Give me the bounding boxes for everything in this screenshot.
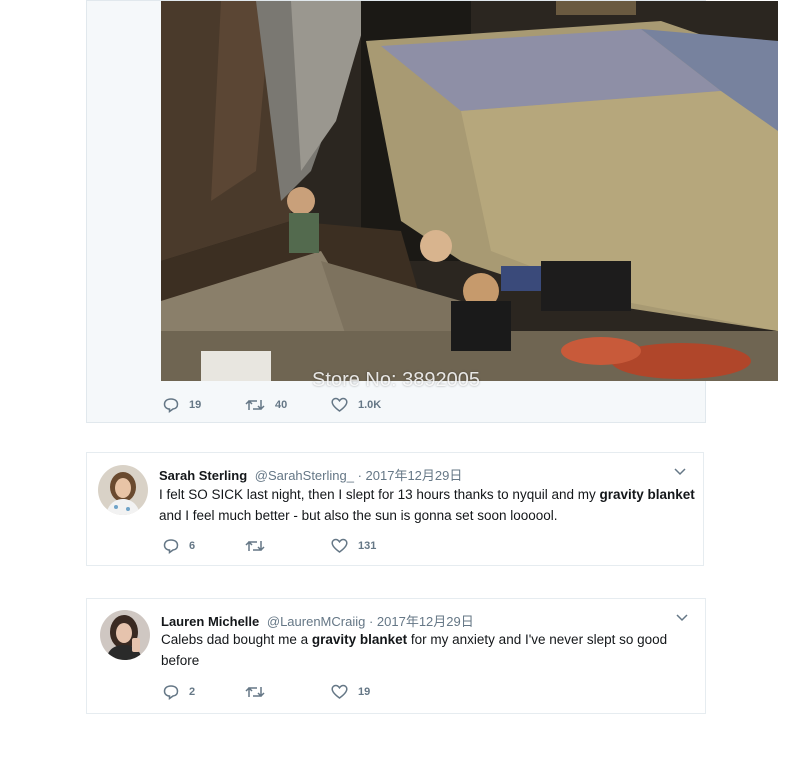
retweet-icon (245, 686, 265, 698)
reply-icon (163, 685, 179, 700)
tweet-header: Sarah Sterling @SarahSterling_ · 2017年12… (159, 465, 462, 484)
tweet-photo[interactable] (161, 1, 778, 381)
retweet-button[interactable] (245, 538, 275, 554)
tweet-card[interactable]: Lauren Michelle @LaurenMCraiig · 2017年12… (86, 598, 706, 714)
retweet-icon (245, 399, 265, 411)
tweet-card[interactable]: Sarah Sterling @SarahSterling_ · 2017年12… (86, 452, 704, 566)
bold-phrase: gravity blanket (599, 487, 695, 502)
like-button[interactable]: 19 (331, 684, 370, 700)
like-count: 19 (358, 686, 371, 698)
user-handle[interactable]: @LaurenMCraiig (267, 614, 365, 629)
tweet-date[interactable]: · 2017年12月29日 (358, 468, 463, 483)
reply-button[interactable]: 19 (163, 397, 201, 413)
bold-phrase: gravity blanket (311, 632, 408, 647)
user-name[interactable]: Lauren Michelle (161, 614, 259, 629)
reply-button[interactable]: 6 (163, 538, 195, 554)
like-button[interactable]: 1.0K (331, 397, 381, 413)
avatar[interactable] (100, 610, 150, 660)
reply-icon (163, 539, 179, 554)
tweet-date[interactable]: · 2017年12月29日 (369, 614, 474, 629)
reply-button[interactable]: 2 (163, 684, 195, 700)
retweet-button[interactable]: 40 (245, 397, 287, 413)
like-button[interactable]: 131 (331, 538, 376, 554)
reply-count: 6 (189, 540, 196, 552)
retweet-icon (245, 540, 265, 552)
avatar[interactable] (98, 465, 148, 515)
tweet-text: Calebs dad bought me a gravity blanket f… (161, 632, 668, 668)
reply-count: 2 (189, 686, 196, 698)
heart-icon (331, 684, 348, 699)
tweet-actions: 19 40 1.0K (87, 397, 707, 419)
user-name[interactable]: Sarah Sterling (159, 468, 247, 483)
retweet-button[interactable] (245, 684, 275, 700)
chevron-down-icon[interactable] (675, 613, 689, 623)
reply-icon (163, 398, 179, 413)
tweet-actions: 6 131 (87, 538, 705, 560)
tweet-header: Lauren Michelle @LaurenMCraiig · 2017年12… (161, 611, 474, 630)
like-count: 1.0K (358, 399, 382, 411)
tweet-text: I felt SO SICK last night, then I slept … (159, 487, 695, 523)
tweet-actions: 2 19 (87, 684, 707, 706)
retweet-count: 40 (275, 399, 288, 411)
user-handle[interactable]: @SarahSterling_ (255, 468, 354, 483)
heart-icon (331, 397, 348, 412)
store-watermark: Store No: 3892005 (312, 369, 480, 391)
heart-icon (331, 538, 348, 553)
chevron-down-icon[interactable] (673, 467, 687, 477)
like-count: 131 (358, 540, 377, 552)
tweet-card-photo: Store No: 3892005 19 40 1.0K (86, 0, 778, 423)
reply-count: 19 (189, 399, 202, 411)
